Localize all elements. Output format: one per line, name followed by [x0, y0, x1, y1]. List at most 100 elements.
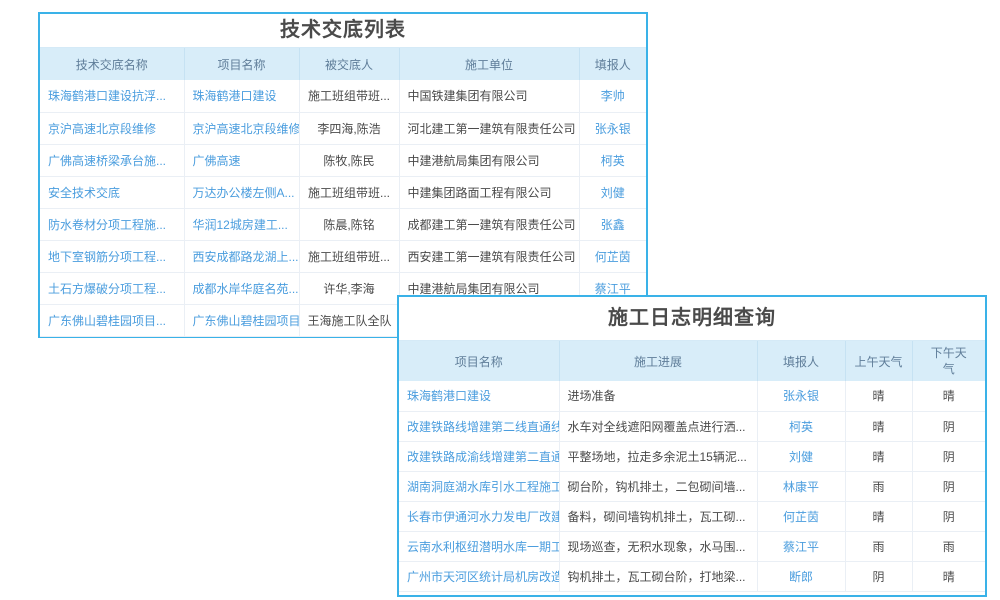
briefed-person-cell: 李四海,陈浩 [299, 112, 399, 144]
header-afternoon-weather-label: 下午天气 [929, 345, 969, 377]
header-construction-unit: 施工单位 [399, 48, 579, 80]
reporter-link[interactable]: 李帅 [579, 80, 646, 112]
table-row: 地下室钢筋分项工程... 西安成都路龙湖上... 施工班组带班... 西安建工第… [40, 240, 646, 272]
disclosure-name-link[interactable]: 防水卷材分项工程施... [40, 208, 184, 240]
header-project-name: 项目名称 [184, 48, 299, 80]
project-name-link[interactable]: 万达办公楼左侧A... [184, 176, 299, 208]
progress-cell: 水车对全线遮阳网覆盖点进行洒... [559, 411, 757, 441]
technical-disclosure-title: 技术交底列表 [40, 14, 646, 48]
progress-cell: 平整场地，拉走多余泥土15辆泥... [559, 441, 757, 471]
briefed-person-cell: 陈晨,陈铭 [299, 208, 399, 240]
reporter-link[interactable]: 何芷茵 [757, 501, 845, 531]
table-row: 珠海鹤港口建设抗浮... 珠海鹤港口建设 施工班组带班... 中国铁建集团有限公… [40, 80, 646, 112]
table-row: 广州市天河区统计局机房改造项目 钩机排土，瓦工砌台阶，打地梁... 断郎 阴 晴 [399, 561, 985, 591]
project-name-link[interactable]: 珠海鹤港口建设 [399, 381, 559, 411]
reporter-link[interactable]: 刘健 [579, 176, 646, 208]
afternoon-weather-cell: 晴 [912, 561, 985, 591]
project-name-link[interactable]: 成都水岸华庭名苑... [184, 272, 299, 304]
disclosure-name-link[interactable]: 安全技术交底 [40, 176, 184, 208]
table-row: 安全技术交底 万达办公楼左侧A... 施工班组带班... 中建集团路面工程有限公… [40, 176, 646, 208]
afternoon-weather-cell: 阴 [912, 501, 985, 531]
construction-unit-cell: 中建集团路面工程有限公司 [399, 176, 579, 208]
project-name-link[interactable]: 广州市天河区统计局机房改造项目 [399, 561, 559, 591]
reporter-link[interactable]: 何芷茵 [579, 240, 646, 272]
project-name-link[interactable]: 广东佛山碧桂园项目 [184, 304, 299, 336]
construction-unit-cell: 成都建工第一建筑有限责任公司 [399, 208, 579, 240]
reporter-link[interactable]: 林康平 [757, 471, 845, 501]
progress-cell: 进场准备 [559, 381, 757, 411]
briefed-person-cell: 陈牧,陈民 [299, 144, 399, 176]
morning-weather-cell: 晴 [845, 441, 912, 471]
afternoon-weather-cell: 阴 [912, 471, 985, 501]
project-name-link[interactable]: 长春市伊通河水力发电厂改建工程 [399, 501, 559, 531]
progress-cell: 钩机排土，瓦工砌台阶，打地梁... [559, 561, 757, 591]
header-progress: 施工进展 [559, 341, 757, 381]
project-name-link[interactable]: 云南水利枢纽潜明水库一期工程 [399, 531, 559, 561]
afternoon-weather-cell: 阴 [912, 441, 985, 471]
table-row: 改建铁路线增建第二线直通线 水车对全线遮阳网覆盖点进行洒... 柯英 晴 阴 [399, 411, 985, 441]
technical-disclosure-panel: 技术交底列表 技术交底名称 项目名称 被交底人 施工单位 填报人 珠海鹤港口建设… [38, 12, 648, 338]
briefed-person-cell: 施工班组带班... [299, 80, 399, 112]
disclosure-name-link[interactable]: 广佛高速桥梁承台施... [40, 144, 184, 176]
project-name-link[interactable]: 京沪高速北京段维修 [184, 112, 299, 144]
project-name-link[interactable]: 改建铁路线增建第二线直通线 [399, 411, 559, 441]
header-morning-weather: 上午天气 [845, 341, 912, 381]
afternoon-weather-cell: 雨 [912, 531, 985, 561]
construction-unit-cell: 中国铁建集团有限公司 [399, 80, 579, 112]
morning-weather-cell: 晴 [845, 501, 912, 531]
header-reporter: 填报人 [579, 48, 646, 80]
disclosure-name-link[interactable]: 珠海鹤港口建设抗浮... [40, 80, 184, 112]
briefed-person-cell: 许华,李海 [299, 272, 399, 304]
briefed-person-cell: 施工班组带班... [299, 240, 399, 272]
reporter-link[interactable]: 张鑫 [579, 208, 646, 240]
table-header-row: 技术交底名称 项目名称 被交底人 施工单位 填报人 [40, 48, 646, 80]
construction-log-panel: 施工日志明细查询 项目名称 施工进展 填报人 上午天气 下午天气 珠海鹤港口建设… [397, 295, 987, 597]
table-row: 云南水利枢纽潜明水库一期工程 现场巡查，无积水现象，水马围... 蔡江平 雨 雨 [399, 531, 985, 561]
technical-disclosure-table: 技术交底名称 项目名称 被交底人 施工单位 填报人 珠海鹤港口建设抗浮... 珠… [40, 48, 646, 337]
project-name-link[interactable]: 西安成都路龙湖上... [184, 240, 299, 272]
disclosure-name-link[interactable]: 京沪高速北京段维修 [40, 112, 184, 144]
progress-cell: 砌台阶，钩机排土，二包砌间墙... [559, 471, 757, 501]
reporter-link[interactable]: 张永银 [579, 112, 646, 144]
morning-weather-cell: 阴 [845, 561, 912, 591]
reporter-link[interactable]: 柯英 [757, 411, 845, 441]
morning-weather-cell: 雨 [845, 471, 912, 501]
table-row: 防水卷材分项工程施... 华润12城房建工... 陈晨,陈铭 成都建工第一建筑有… [40, 208, 646, 240]
header-briefed-person: 被交底人 [299, 48, 399, 80]
construction-log-title: 施工日志明细查询 [399, 297, 985, 341]
construction-log-table: 项目名称 施工进展 填报人 上午天气 下午天气 珠海鹤港口建设 进场准备 张永银… [399, 341, 985, 592]
project-name-link[interactable]: 改建铁路成渝线增建第二直通线 [399, 441, 559, 471]
briefed-person-cell: 王海施工队全队 [299, 304, 399, 336]
afternoon-weather-cell: 晴 [912, 381, 985, 411]
table-row: 广佛高速桥梁承台施... 广佛高速 陈牧,陈民 中建港航局集团有限公司 柯英 [40, 144, 646, 176]
project-name-link[interactable]: 华润12城房建工... [184, 208, 299, 240]
disclosure-name-link[interactable]: 土石方爆破分项工程... [40, 272, 184, 304]
construction-unit-cell: 西安建工第一建筑有限责任公司 [399, 240, 579, 272]
table-row: 湖南洞庭湖水库引水工程施工标段 砌台阶，钩机排土，二包砌间墙... 林康平 雨 … [399, 471, 985, 501]
header-project-name: 项目名称 [399, 341, 559, 381]
reporter-link[interactable]: 柯英 [579, 144, 646, 176]
project-name-link[interactable]: 珠海鹤港口建设 [184, 80, 299, 112]
reporter-link[interactable]: 刘健 [757, 441, 845, 471]
table-row: 京沪高速北京段维修 京沪高速北京段维修 李四海,陈浩 河北建工第一建筑有限责任公… [40, 112, 646, 144]
progress-cell: 现场巡查，无积水现象，水马围... [559, 531, 757, 561]
reporter-link[interactable]: 断郎 [757, 561, 845, 591]
disclosure-name-link[interactable]: 地下室钢筋分项工程... [40, 240, 184, 272]
briefed-person-cell: 施工班组带班... [299, 176, 399, 208]
disclosure-name-link[interactable]: 广东佛山碧桂园项目... [40, 304, 184, 336]
table-header-row: 项目名称 施工进展 填报人 上午天气 下午天气 [399, 341, 985, 381]
project-name-link[interactable]: 湖南洞庭湖水库引水工程施工标段 [399, 471, 559, 501]
header-afternoon-weather: 下午天气 [912, 341, 985, 381]
project-name-link[interactable]: 广佛高速 [184, 144, 299, 176]
construction-unit-cell: 中建港航局集团有限公司 [399, 144, 579, 176]
table-row: 改建铁路成渝线增建第二直通线 平整场地，拉走多余泥土15辆泥... 刘健 晴 阴 [399, 441, 985, 471]
construction-unit-cell: 河北建工第一建筑有限责任公司 [399, 112, 579, 144]
afternoon-weather-cell: 阴 [912, 411, 985, 441]
table-row: 珠海鹤港口建设 进场准备 张永银 晴 晴 [399, 381, 985, 411]
header-reporter: 填报人 [757, 341, 845, 381]
table-row: 长春市伊通河水力发电厂改建工程 备料，砌间墙钩机排土，瓦工砌... 何芷茵 晴 … [399, 501, 985, 531]
morning-weather-cell: 晴 [845, 411, 912, 441]
morning-weather-cell: 晴 [845, 381, 912, 411]
reporter-link[interactable]: 蔡江平 [757, 531, 845, 561]
reporter-link[interactable]: 张永银 [757, 381, 845, 411]
